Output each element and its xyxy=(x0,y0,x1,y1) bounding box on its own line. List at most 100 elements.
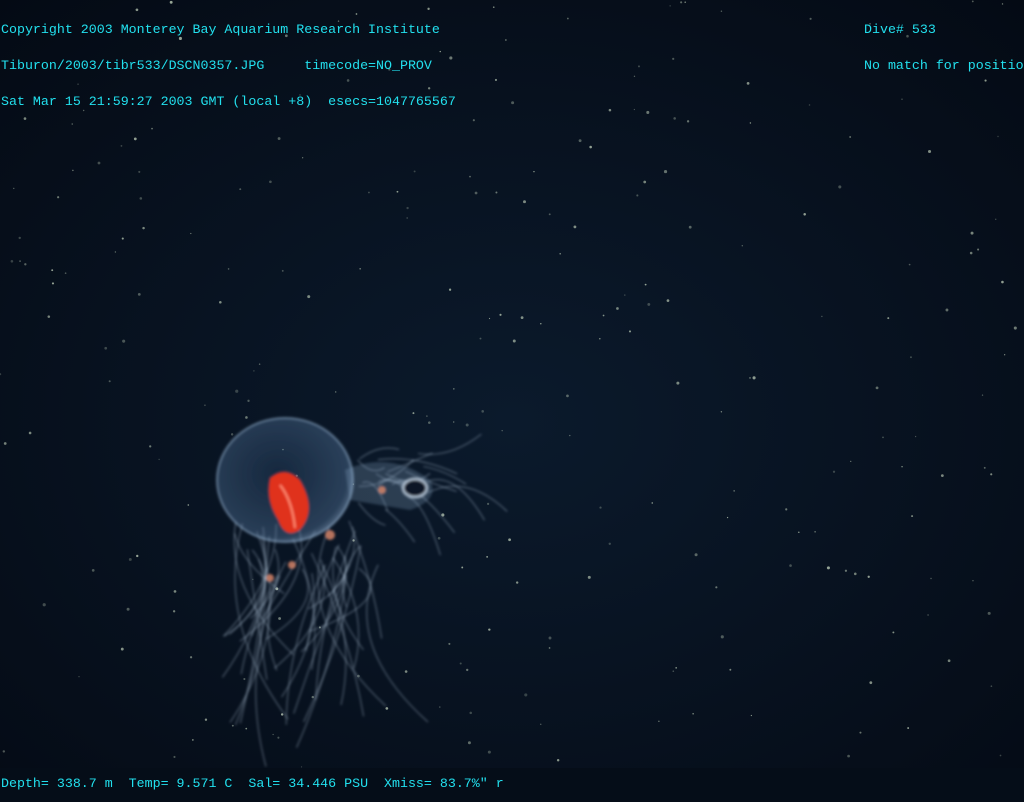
particle xyxy=(914,435,917,438)
particle xyxy=(120,647,124,651)
particle xyxy=(158,458,160,461)
particle xyxy=(832,470,836,473)
particle xyxy=(51,269,54,272)
particle xyxy=(859,731,862,734)
particle xyxy=(515,581,519,584)
particle xyxy=(231,724,234,727)
particle xyxy=(983,466,986,469)
particle xyxy=(726,516,729,519)
particle xyxy=(680,1,683,4)
particle xyxy=(672,57,675,60)
particle xyxy=(426,415,428,417)
particle xyxy=(137,293,141,296)
particle xyxy=(940,474,944,477)
particle xyxy=(887,317,890,320)
particle xyxy=(849,136,852,138)
particle xyxy=(672,670,675,673)
particle xyxy=(977,248,980,251)
particle xyxy=(277,137,281,140)
particle xyxy=(875,386,879,390)
particle xyxy=(548,213,551,216)
particle xyxy=(172,610,176,613)
particle xyxy=(928,149,932,154)
particle xyxy=(633,108,635,111)
particle xyxy=(847,754,850,758)
particle xyxy=(187,504,190,506)
particle xyxy=(729,668,732,671)
particle xyxy=(995,218,997,221)
particle xyxy=(658,720,660,722)
particle xyxy=(633,75,636,78)
particle xyxy=(269,180,272,184)
particle xyxy=(997,135,999,138)
particle xyxy=(466,668,469,672)
sensor-line: Depth= 338.7 m Temp= 9.571 C Sal= 34.446… xyxy=(1,776,504,791)
particle xyxy=(741,245,743,247)
particle xyxy=(686,120,690,123)
particle xyxy=(472,119,475,122)
particle xyxy=(540,323,542,325)
particle xyxy=(809,17,812,20)
particle xyxy=(235,389,239,393)
particle xyxy=(533,170,535,173)
particle xyxy=(10,260,14,263)
particle xyxy=(404,670,408,673)
particle xyxy=(797,531,800,534)
particle xyxy=(981,394,984,396)
particle xyxy=(1001,280,1004,284)
particle xyxy=(808,104,811,106)
particle xyxy=(192,739,194,741)
particle xyxy=(108,380,111,383)
particle xyxy=(908,263,911,266)
particle xyxy=(907,727,910,730)
particle xyxy=(488,628,491,631)
particle xyxy=(253,370,255,372)
particle xyxy=(947,659,951,663)
particle xyxy=(990,473,993,476)
particle xyxy=(190,232,192,235)
particle xyxy=(999,754,1002,757)
particle xyxy=(469,711,472,715)
sensor-readout: Depth= 338.7 m Temp= 9.571 C Sal= 34.446… xyxy=(1,754,504,802)
particle xyxy=(990,685,993,688)
particle xyxy=(566,17,569,20)
particle xyxy=(844,569,848,572)
particle xyxy=(945,308,949,312)
particle xyxy=(688,225,692,229)
particle xyxy=(307,295,311,299)
particle xyxy=(643,180,647,184)
particle xyxy=(624,294,626,296)
copyright-line: Copyright 2003 Monterey Bay Aquarium Res… xyxy=(1,22,440,37)
particle xyxy=(139,197,143,200)
particle xyxy=(789,564,792,567)
particle xyxy=(413,170,416,173)
particle xyxy=(892,631,895,634)
particle xyxy=(189,656,193,659)
particle xyxy=(104,346,108,350)
particle xyxy=(676,381,680,385)
particle xyxy=(499,313,502,316)
particle xyxy=(486,502,490,505)
particle xyxy=(853,572,857,576)
particle xyxy=(494,78,498,82)
particle xyxy=(901,98,903,100)
particle xyxy=(651,502,654,504)
particle xyxy=(448,288,452,291)
particle xyxy=(97,161,101,165)
particle xyxy=(136,554,139,558)
particle xyxy=(492,6,495,8)
particle xyxy=(821,315,823,318)
particle xyxy=(663,169,668,174)
particle xyxy=(277,736,280,739)
particle xyxy=(2,750,6,753)
particle xyxy=(512,339,516,343)
particle xyxy=(1013,326,1017,330)
particle xyxy=(869,681,873,685)
particle xyxy=(548,636,552,640)
particle xyxy=(752,376,756,380)
particle xyxy=(673,117,676,120)
particle xyxy=(715,586,718,589)
particle xyxy=(121,237,124,240)
header-overlay-right: Dive# 533 No match for positio xyxy=(864,0,1024,84)
particle xyxy=(909,356,912,359)
